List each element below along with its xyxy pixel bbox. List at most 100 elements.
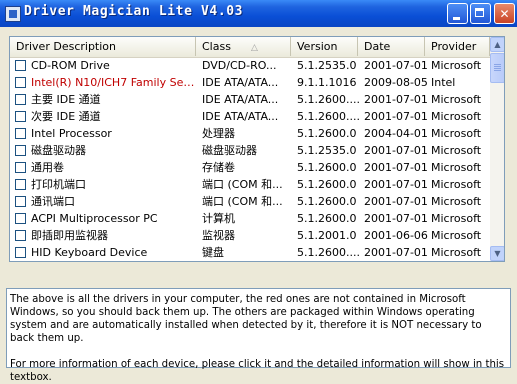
info-paragraph-1: The above is all the drivers in your com… bbox=[10, 294, 482, 344]
app-window: Driver Magician Lite V4.03 ✕ Driver Desc… bbox=[0, 0, 517, 383]
row-checkbox[interactable] bbox=[15, 60, 26, 71]
table-row[interactable]: Intel Processor 处理器 5.1.2600.0 2004-04-01 Mi… bbox=[10, 125, 490, 142]
driver-class: DVD/CD-RO... bbox=[202, 59, 277, 72]
title-bar[interactable]: Driver Magician Lite V4.03 ✕ bbox=[0, 0, 517, 27]
driver-provider: Microsoft bbox=[431, 246, 482, 259]
driver-description: 通用卷 bbox=[31, 161, 64, 174]
driver-provider: Microsoft bbox=[431, 127, 482, 140]
driver-version: 5.1.2600.0 bbox=[297, 195, 357, 208]
list-header: Driver Description Class △ Version Date P… bbox=[10, 37, 490, 58]
table-row[interactable]: 打印机端口 端口 (COM 和... 5.1.2600.0 2001-07-01 Mic… bbox=[10, 176, 490, 193]
row-checkbox[interactable] bbox=[15, 247, 26, 258]
driver-provider: Microsoft bbox=[431, 229, 482, 242]
driver-description: Intel(R) N10/ICH7 Family Serial ... bbox=[31, 76, 196, 89]
driver-class: IDE ATA/ATA... bbox=[202, 93, 279, 106]
driver-provider: Microsoft bbox=[431, 195, 482, 208]
scroll-down-button[interactable]: ▼ bbox=[490, 246, 504, 261]
driver-date: 2001-07-01 bbox=[364, 161, 428, 174]
driver-version: 5.1.2600.0 bbox=[297, 161, 357, 174]
driver-provider: Microsoft bbox=[431, 144, 482, 157]
row-checkbox[interactable] bbox=[15, 162, 26, 173]
driver-description: 主要 IDE 通道 bbox=[31, 93, 101, 106]
driver-list[interactable]: Driver Description Class △ Version Date P… bbox=[9, 36, 505, 262]
driver-version: 5.1.2600.... bbox=[297, 110, 360, 123]
driver-description: 即插即用监视器 bbox=[31, 229, 108, 242]
row-checkbox[interactable] bbox=[15, 145, 26, 156]
driver-date: 2001-07-01 bbox=[364, 195, 428, 208]
driver-description: ACPI Multiprocessor PC bbox=[31, 212, 158, 225]
driver-date: 2009-08-05 bbox=[364, 76, 428, 89]
column-header-provider[interactable]: Provider bbox=[425, 37, 490, 56]
info-paragraph-2: For more information of each device, ple… bbox=[10, 359, 505, 383]
driver-class: 端口 (COM 和... bbox=[202, 195, 283, 208]
driver-class: 处理器 bbox=[202, 127, 235, 140]
table-row[interactable]: 次要 IDE 通道 IDE ATA/ATA... 5.1.2600.... 2001-… bbox=[10, 108, 490, 125]
driver-date: 2001-07-01 bbox=[364, 93, 428, 106]
row-checkbox[interactable] bbox=[15, 111, 26, 122]
driver-date: 2001-07-01 bbox=[364, 144, 428, 157]
driver-provider: Microsoft bbox=[431, 110, 482, 123]
column-header-date[interactable]: Date bbox=[358, 37, 425, 56]
driver-class: IDE ATA/ATA... bbox=[202, 76, 279, 89]
driver-class: IDE ATA/ATA... bbox=[202, 110, 279, 123]
table-row[interactable]: 磁盘驱动器 磁盘驱动器 5.1.2535.0 2001-07-01 Microsoft bbox=[10, 142, 490, 159]
table-row[interactable]: HID Keyboard Device 键盘 5.1.2600.... 2001-07… bbox=[10, 244, 490, 261]
column-header-class[interactable]: Class △ bbox=[196, 37, 291, 56]
column-header-version[interactable]: Version bbox=[291, 37, 358, 56]
table-row[interactable]: CD-ROM Drive DVD/CD-RO... 5.1.2535.0 2001-0… bbox=[10, 57, 490, 74]
driver-description: 通讯端口 bbox=[31, 195, 75, 208]
driver-date: 2001-06-06 bbox=[364, 229, 428, 242]
driver-version: 5.1.2600.0 bbox=[297, 127, 357, 140]
driver-provider: Microsoft bbox=[431, 178, 482, 191]
driver-class: 端口 (COM 和... bbox=[202, 178, 283, 191]
window-title: Driver Magician Lite V4.03 bbox=[24, 4, 244, 19]
driver-version: 5.1.2600.... bbox=[297, 246, 360, 259]
close-button[interactable]: ✕ bbox=[494, 3, 515, 24]
maximize-button[interactable] bbox=[470, 3, 491, 24]
driver-date: 2001-07-01 bbox=[364, 110, 428, 123]
row-checkbox[interactable] bbox=[15, 128, 26, 139]
driver-description: Intel Processor bbox=[31, 127, 112, 140]
row-checkbox[interactable] bbox=[15, 230, 26, 241]
driver-provider: Intel bbox=[431, 76, 456, 89]
table-row[interactable]: 通用卷 存储卷 5.1.2600.0 2001-07-01 Microsoft bbox=[10, 159, 490, 176]
table-row[interactable]: 即插即用监视器 监视器 5.1.2001.0 2001-06-06 Microsoft bbox=[10, 227, 490, 244]
column-header-description[interactable]: Driver Description bbox=[10, 37, 196, 56]
row-checkbox[interactable] bbox=[15, 213, 26, 224]
vertical-scrollbar[interactable]: ▲ ▼ bbox=[490, 37, 504, 261]
table-row[interactable]: ACPI Multiprocessor PC 计算机 5.1.2600.0 2001-… bbox=[10, 210, 490, 227]
app-icon[interactable] bbox=[5, 6, 21, 22]
driver-version: 5.1.2535.0 bbox=[297, 144, 357, 157]
driver-date: 2001-07-01 bbox=[364, 212, 428, 225]
table-row[interactable]: 通讯端口 端口 (COM 和... 5.1.2600.0 2001-07-01 Micr… bbox=[10, 193, 490, 210]
driver-description: 次要 IDE 通道 bbox=[31, 110, 101, 123]
driver-version: 5.1.2001.0 bbox=[297, 229, 357, 242]
row-checkbox[interactable] bbox=[15, 94, 26, 105]
driver-provider: Microsoft bbox=[431, 93, 482, 106]
driver-description: CD-ROM Drive bbox=[31, 59, 110, 72]
driver-version: 5.1.2535.0 bbox=[297, 59, 357, 72]
driver-class: 计算机 bbox=[202, 212, 235, 225]
driver-class: 键盘 bbox=[202, 246, 224, 259]
driver-version: 9.1.1.1016 bbox=[297, 76, 357, 89]
driver-version: 5.1.2600.... bbox=[297, 93, 360, 106]
driver-version: 5.1.2600.0 bbox=[297, 178, 357, 191]
table-row[interactable]: 主要 IDE 通道 IDE ATA/ATA... 5.1.2600.... 2001-… bbox=[10, 91, 490, 108]
row-checkbox[interactable] bbox=[15, 196, 26, 207]
driver-class: 磁盘驱动器 bbox=[202, 144, 257, 157]
sort-ascending-icon: △ bbox=[250, 43, 258, 53]
driver-class: 存储卷 bbox=[202, 161, 235, 174]
row-checkbox[interactable] bbox=[15, 179, 26, 190]
scroll-up-button[interactable]: ▲ bbox=[490, 37, 504, 52]
scroll-thumb[interactable] bbox=[490, 53, 504, 83]
row-checkbox[interactable] bbox=[15, 77, 26, 88]
driver-provider: Microsoft bbox=[431, 59, 482, 72]
driver-date: 2001-07-01 bbox=[364, 178, 428, 191]
info-textbox[interactable]: The above is all the drivers in your com… bbox=[6, 288, 511, 383]
minimize-button[interactable] bbox=[447, 3, 468, 24]
driver-provider: Microsoft bbox=[431, 161, 482, 174]
driver-description: 打印机端口 bbox=[31, 178, 86, 191]
driver-class: 监视器 bbox=[202, 229, 235, 242]
table-row[interactable]: Intel(R) N10/ICH7 Family Serial ... IDE A… bbox=[10, 74, 490, 91]
driver-date: 2004-04-01 bbox=[364, 127, 428, 140]
